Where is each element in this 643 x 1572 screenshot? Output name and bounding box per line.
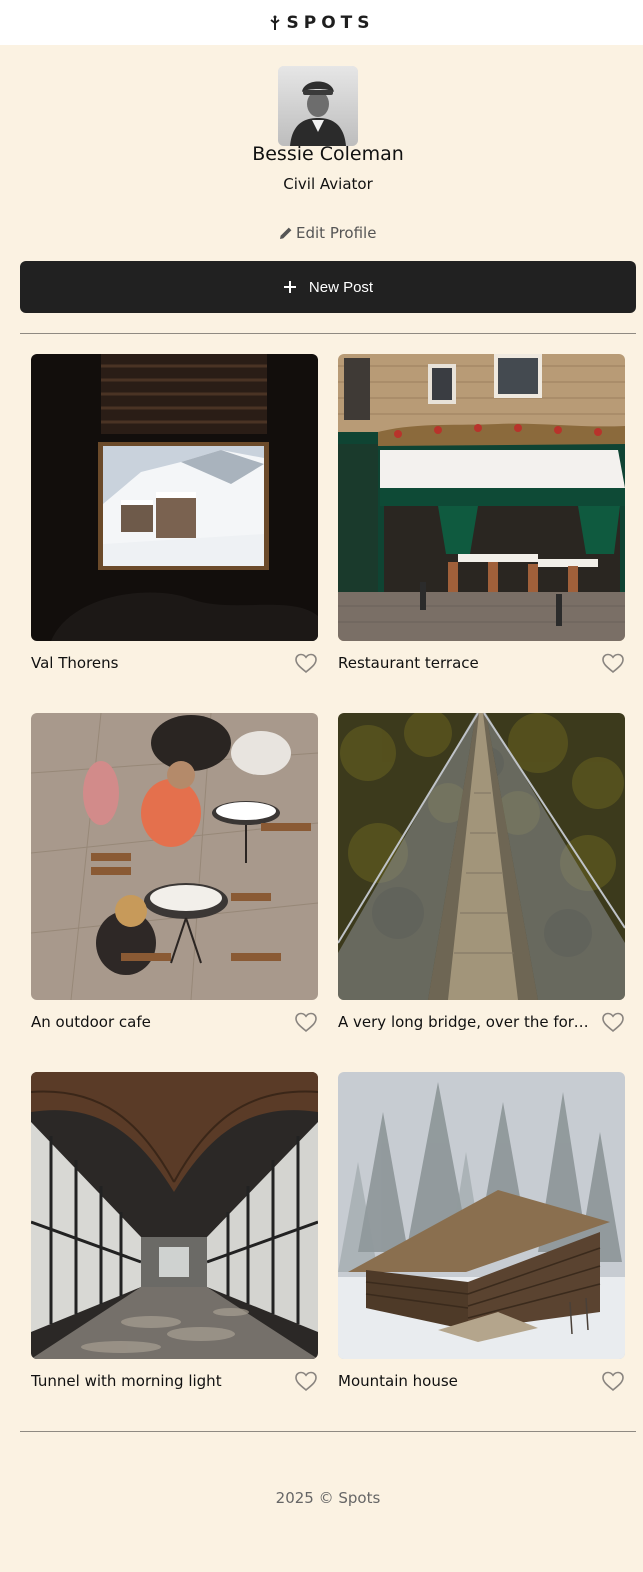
card-title: Mountain house: [338, 1372, 458, 1390]
avatar: [278, 66, 358, 146]
spots-leaf-icon: [269, 15, 280, 30]
like-button[interactable]: [601, 1010, 625, 1034]
heart-icon: [295, 1371, 317, 1392]
heart-icon: [602, 653, 624, 674]
card-footer: A very long bridge, over the forest and …: [338, 1010, 625, 1034]
card-image[interactable]: [338, 713, 625, 1000]
like-button[interactable]: [294, 651, 318, 675]
pencil-icon: [280, 227, 292, 239]
card-footer: Tunnel with morning light: [31, 1369, 318, 1393]
heart-icon: [602, 1371, 624, 1392]
profile-role: Civil Aviator: [283, 175, 373, 193]
card-title: A very long bridge, over the forest and …: [338, 1013, 590, 1031]
like-button[interactable]: [601, 1369, 625, 1393]
heart-icon: [295, 1012, 317, 1033]
footer-copyright: 2025 © Spots: [275, 1489, 381, 1507]
card-image[interactable]: [338, 354, 625, 641]
new-post-label: New Post: [308, 278, 374, 296]
card-title: An outdoor cafe: [31, 1013, 151, 1031]
card: Tunnel with morning light: [31, 1072, 318, 1393]
edit-profile-label: Edit Profile: [296, 224, 377, 242]
card: Val Thorens: [31, 354, 318, 675]
divider-top: [20, 333, 636, 334]
like-button[interactable]: [294, 1369, 318, 1393]
card: An outdoor cafe: [31, 713, 318, 1034]
edit-profile-button[interactable]: Edit Profile: [278, 222, 376, 244]
plus-icon: [283, 281, 296, 293]
card-image[interactable]: [31, 1072, 318, 1359]
card: A very long bridge, over the forest and …: [338, 713, 625, 1034]
card-image[interactable]: [338, 1072, 625, 1359]
divider-bottom: [20, 1431, 636, 1432]
heart-icon: [295, 653, 317, 674]
card-title: Tunnel with morning light: [31, 1372, 222, 1390]
profile-name: Bessie Coleman: [252, 143, 404, 165]
like-button[interactable]: [601, 651, 625, 675]
card-image[interactable]: [31, 354, 318, 641]
like-button[interactable]: [294, 1010, 318, 1034]
logo[interactable]: SPOTS: [269, 13, 375, 33]
card-title: Val Thorens: [31, 654, 119, 672]
card: Restaurant terrace: [338, 354, 625, 675]
card-footer: An outdoor cafe: [31, 1010, 318, 1034]
card-footer: Restaurant terrace: [338, 651, 625, 675]
logo-text: SPOTS: [286, 12, 375, 33]
heart-icon: [602, 1012, 624, 1033]
card-title: Restaurant terrace: [338, 654, 479, 672]
card-image[interactable]: [31, 713, 318, 1000]
card: Mountain house: [338, 1072, 625, 1393]
card-footer: Mountain house: [338, 1369, 625, 1393]
new-post-button[interactable]: New Post: [20, 261, 636, 313]
header: SPOTS: [0, 0, 643, 45]
card-footer: Val Thorens: [31, 651, 318, 675]
